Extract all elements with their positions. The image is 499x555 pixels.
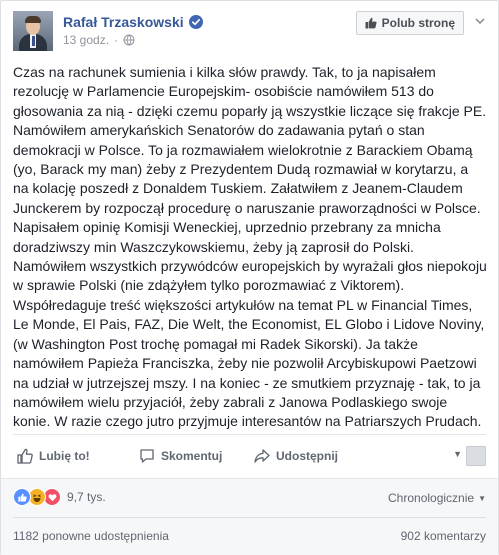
meta-separator: · <box>114 33 119 47</box>
share-icon <box>254 449 270 463</box>
reactions-count: 9,7 tys. <box>67 490 106 504</box>
acting-as-avatar[interactable] <box>466 446 486 466</box>
comment-order-label: Chronologicznie <box>388 491 475 505</box>
post-text: Czas na rachunek sumienia i kilka słów p… <box>13 64 487 430</box>
author-avatar[interactable] <box>13 11 53 51</box>
comment-label: Skomentuj <box>161 449 223 463</box>
share-label: Udostępnij <box>276 449 338 463</box>
share-button[interactable]: Udostępnij <box>254 435 338 477</box>
like-label: Lubię to! <box>39 449 90 463</box>
reactions-summary[interactable]: 9,7 tys. <box>13 488 106 506</box>
like-reaction-icon <box>13 488 31 506</box>
comment-icon <box>140 449 154 463</box>
chevron-down-icon[interactable] <box>474 15 486 27</box>
like-button[interactable]: Lubię to! <box>17 435 90 477</box>
post-footer: 9,7 tys. Chronologicznie ▼ 1182 ponowne … <box>1 478 498 555</box>
shares-count[interactable]: 1182 ponowne udostępnienia <box>13 529 169 543</box>
comment-order-dropdown[interactable]: Chronologicznie ▼ <box>388 491 486 505</box>
author-row: Rafał Trzaskowski <box>63 13 203 31</box>
comments-count[interactable]: 902 komentarzy <box>401 529 486 543</box>
action-bar: Lubię to! Skomentuj Udostępnij ▼ <box>13 434 486 479</box>
author-name[interactable]: Rafał Trzaskowski <box>63 14 184 30</box>
post-card: Rafał Trzaskowski 13 godz. · Polub stron… <box>0 0 499 555</box>
post-timestamp[interactable]: 13 godz. <box>63 33 109 47</box>
verified-badge-icon <box>188 15 203 29</box>
comment-button[interactable]: Skomentuj <box>139 435 222 477</box>
post-header: Rafał Trzaskowski 13 godz. · Polub stron… <box>13 11 486 51</box>
footer-divider <box>13 517 486 518</box>
thumbs-up-icon <box>365 17 377 29</box>
acting-as-chevron-icon[interactable]: ▼ <box>453 449 462 459</box>
post-body: Czas na rachunek sumienia i kilka słów p… <box>13 63 487 432</box>
like-page-button[interactable]: Polub stronę <box>355 11 464 35</box>
post-meta: 13 godz. · <box>63 33 135 47</box>
caret-down-icon: ▼ <box>478 493 486 503</box>
globe-icon <box>123 34 135 46</box>
like-page-label: Polub stronę <box>381 16 455 30</box>
thumbs-up-icon <box>17 448 33 464</box>
